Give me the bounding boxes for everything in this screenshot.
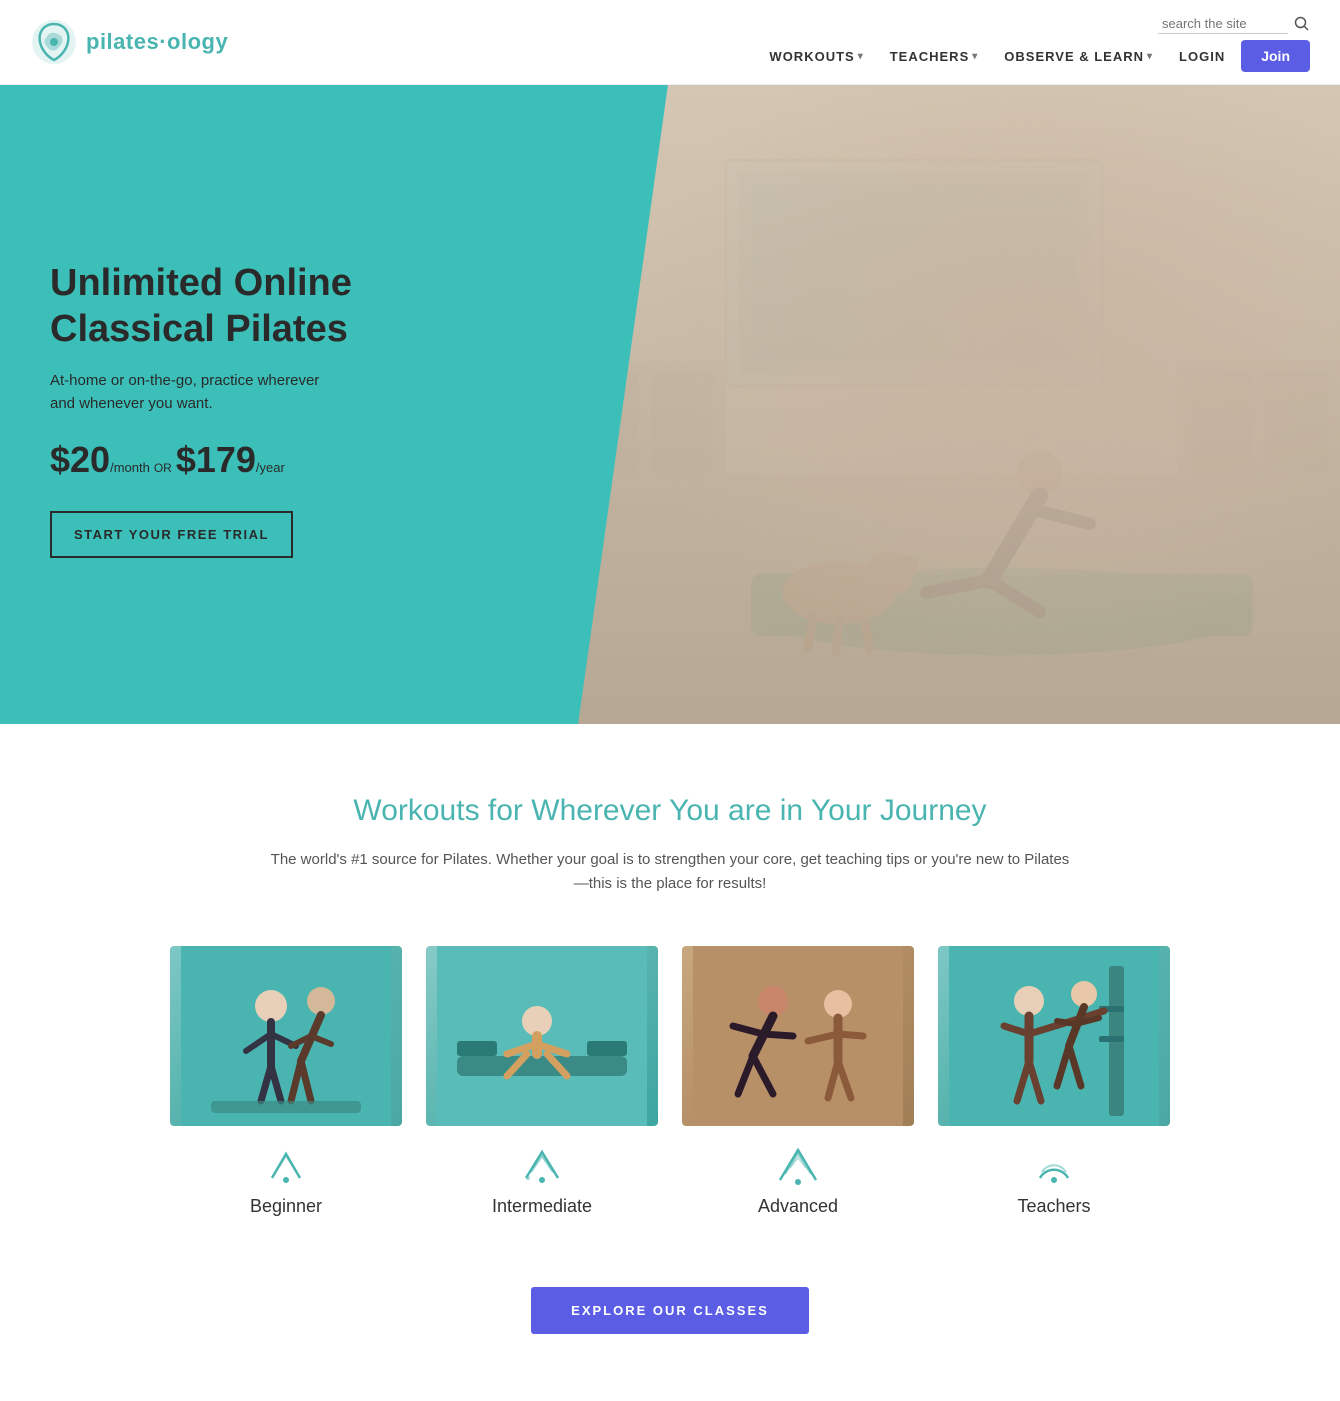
- teachers-level-icon: [1032, 1142, 1076, 1186]
- search-icon[interactable]: [1294, 16, 1310, 32]
- card-image-teachers: [938, 946, 1170, 1126]
- card-photo-beginner: [170, 946, 402, 1126]
- card-photo-intermediate: [426, 946, 658, 1126]
- card-label-intermediate: Intermediate: [492, 1196, 592, 1217]
- card-teachers[interactable]: Teachers: [938, 946, 1170, 1217]
- card-label-teachers: Teachers: [1017, 1196, 1090, 1217]
- nav-teachers[interactable]: TEACHERS ▾: [880, 43, 989, 70]
- card-intermediate[interactable]: Intermediate: [426, 946, 658, 1217]
- header-right: WORKOUTS ▾ TEACHERS ▾ OBSERVE & LEARN ▾ …: [759, 12, 1310, 72]
- card-advanced[interactable]: Advanced: [682, 946, 914, 1217]
- login-link[interactable]: LOGIN: [1169, 43, 1235, 70]
- nav-links: WORKOUTS ▾ TEACHERS ▾ OBSERVE & LEARN ▾ …: [759, 40, 1310, 72]
- beginner-illustration: [170, 946, 402, 1126]
- chevron-down-icon: ▾: [1147, 51, 1153, 62]
- site-header: pilates·ology WORKOUTS ▾ TEACHERS ▾ OBSE…: [0, 0, 1340, 85]
- nav-workouts[interactable]: WORKOUTS ▾: [759, 43, 873, 70]
- hero-section: Unlimited Online Classical Pilates At-ho…: [0, 85, 1340, 724]
- hero-content: Unlimited Online Classical Pilates At-ho…: [0, 85, 563, 724]
- search-input[interactable]: [1158, 14, 1288, 34]
- advanced-illustration: [682, 946, 914, 1126]
- chevron-down-icon: ▾: [858, 51, 864, 62]
- class-cards-grid: Beginner: [170, 946, 1170, 1217]
- card-label-advanced: Advanced: [758, 1196, 838, 1217]
- card-image-beginner: [170, 946, 402, 1126]
- intermediate-illustration: [426, 946, 658, 1126]
- card-beginner[interactable]: Beginner: [170, 946, 402, 1217]
- card-photo-teachers: [938, 946, 1170, 1126]
- hero-price: $20/monthOR$179/year: [50, 439, 513, 481]
- beginner-level-icon: [264, 1142, 308, 1186]
- card-photo-advanced: [682, 946, 914, 1126]
- card-label-beginner: Beginner: [250, 1196, 322, 1217]
- start-trial-button[interactable]: START YOUR FREE TRIAL: [50, 511, 293, 558]
- workouts-title: Workouts for Wherever You are in Your Jo…: [40, 794, 1300, 828]
- logo-text: pilates·ology: [86, 29, 228, 55]
- workouts-description: The world's #1 source for Pilates. Wheth…: [270, 848, 1070, 896]
- workouts-section: Workouts for Wherever You are in Your Jo…: [0, 724, 1340, 1394]
- advanced-level-icon: [776, 1142, 820, 1186]
- hero-subtitle: At-home or on-the-go, practice wherever …: [50, 370, 320, 415]
- intermediate-level-icon: [520, 1142, 564, 1186]
- nav-observe-learn[interactable]: OBSERVE & LEARN ▾: [994, 43, 1163, 70]
- card-image-advanced: [682, 946, 914, 1126]
- join-button[interactable]: Join: [1241, 40, 1310, 72]
- logo-icon: [30, 18, 78, 66]
- hero-image: [563, 85, 1340, 724]
- card-image-intermediate: [426, 946, 658, 1126]
- logo[interactable]: pilates·ology: [30, 18, 228, 66]
- hero-illustration: [563, 85, 1340, 724]
- search-area: [1158, 14, 1310, 34]
- explore-classes-button[interactable]: EXPLORE OUR CLASSES: [531, 1287, 809, 1334]
- hero-photo: [563, 85, 1340, 724]
- hero-title: Unlimited Online Classical Pilates: [50, 261, 513, 352]
- teachers-illustration: [938, 946, 1170, 1126]
- chevron-down-icon: ▾: [972, 51, 978, 62]
